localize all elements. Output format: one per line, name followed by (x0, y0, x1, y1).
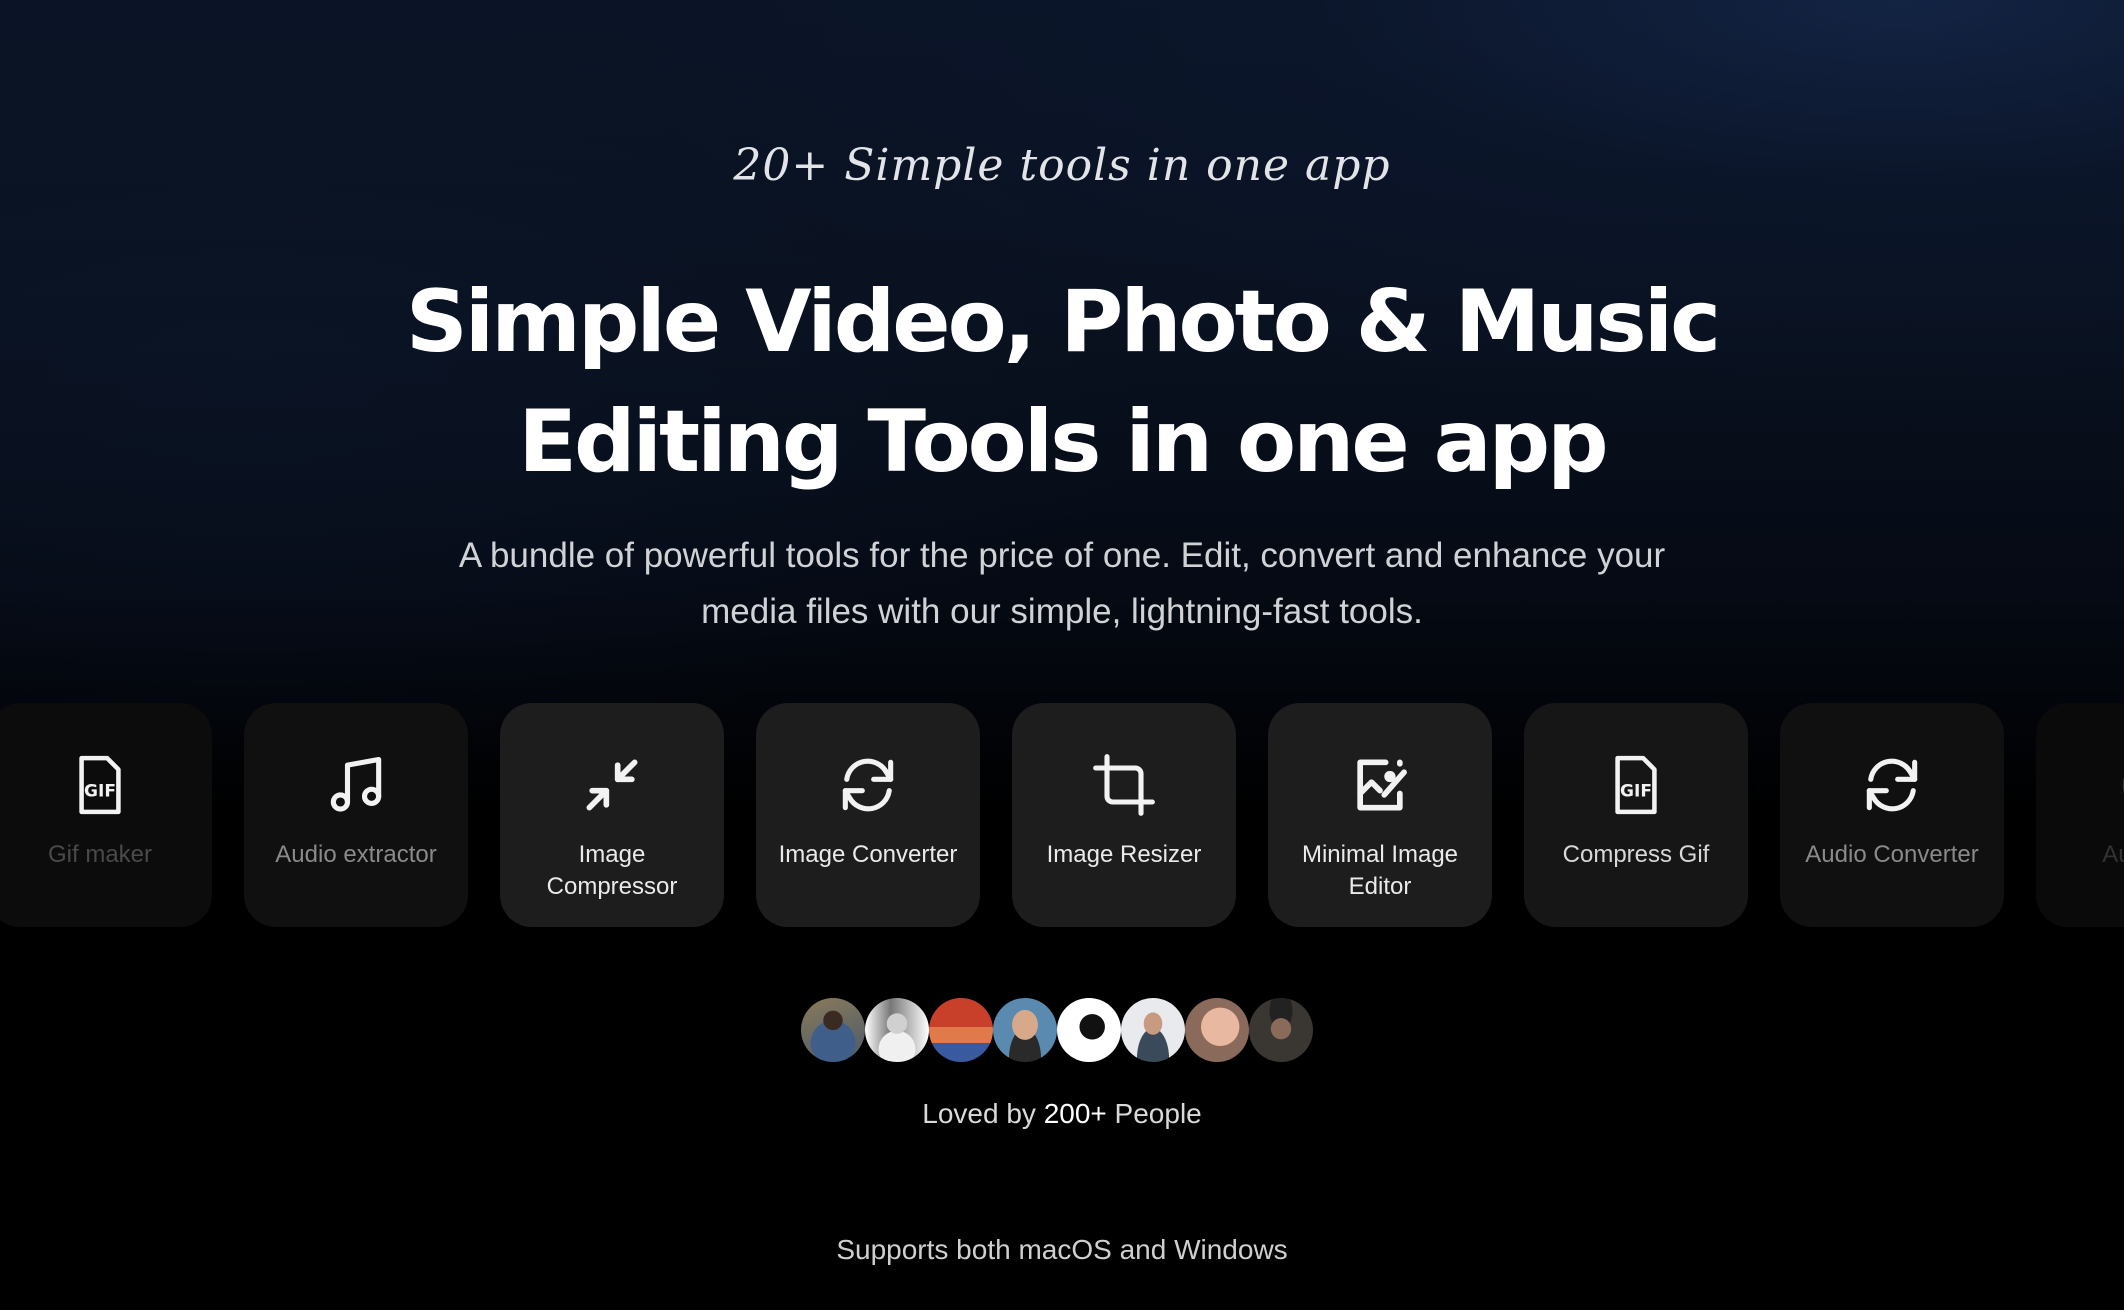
svg-text:GIF: GIF (84, 781, 116, 801)
tool-label: Image Resizer (1046, 841, 1202, 868)
tool-card-image-compressor[interactable]: Image Compressor (500, 703, 724, 927)
avatar (865, 998, 929, 1062)
loved-count: 200+ (1043, 1098, 1107, 1129)
refresh-arrows-icon (834, 751, 902, 819)
music-note-icon (322, 751, 390, 819)
tool-card-compress-gif[interactable]: GIF Compress Gif (1524, 703, 1748, 927)
tool-card-image-converter[interactable]: Image Converter (756, 703, 980, 927)
tool-label: Minimal Image Editor (1301, 841, 1459, 900)
tool-label: Compress Gif (1562, 841, 1710, 868)
subtitle-line-1: A bundle of powerful tools for the price… (458, 536, 1666, 575)
avatar (1249, 998, 1313, 1062)
avatar-group (801, 998, 1321, 1064)
tool-label: Image Compressor (546, 841, 678, 900)
avatar (801, 998, 865, 1062)
avatar (993, 998, 1057, 1062)
avatar (929, 998, 993, 1062)
tool-label: Audio extractor (275, 841, 437, 868)
subtitle-line-2: media files with our simple, lightning-f… (701, 592, 1423, 631)
gif-file-icon: GIF (66, 751, 134, 819)
tool-card-audio-extractor[interactable]: Audio extractor (244, 703, 468, 927)
avatar (1121, 998, 1185, 1062)
avatar (1057, 998, 1121, 1062)
audio-icon (2114, 751, 2124, 819)
tool-label: Audio (2102, 841, 2124, 868)
hero-section: 20+ Simple tools in one app Simple Video… (0, 0, 2124, 1310)
avatar (1185, 998, 1249, 1062)
gif-file-icon: GIF (1602, 751, 1670, 819)
tool-card-minimal-image-editor[interactable]: Minimal Image Editor (1268, 703, 1492, 927)
tool-label: Audio Converter (1805, 841, 1979, 868)
hero-tagline: 20+ Simple tools in one app (733, 140, 1391, 191)
refresh-arrows-icon (1858, 751, 1926, 819)
tool-card-image-resizer[interactable]: Image Resizer (1012, 703, 1236, 927)
tool-card-audio-converter[interactable]: Audio Converter (1780, 703, 2004, 927)
tool-card-audio[interactable]: Audio (2036, 703, 2124, 927)
compress-arrows-icon (578, 751, 646, 819)
headline-line-1: Simple Video, Photo & Music (405, 272, 1721, 372)
tool-label: Image Converter (778, 841, 958, 868)
headline-line-2: Editing Tools in one app (518, 392, 1609, 492)
hero-headline: Simple Video, Photo & Music Editing Tool… (0, 262, 2124, 502)
tool-label: Gif maker (47, 841, 152, 868)
tool-card-gif-maker[interactable]: GIF Gif maker (0, 703, 212, 927)
svg-text:GIF: GIF (1620, 781, 1652, 801)
image-edit-icon (1346, 751, 1414, 819)
platform-support-text: Supports both macOS and Windows (836, 1234, 1288, 1265)
loved-by-text: Loved by 200+ People (0, 1098, 2124, 1130)
loved-suffix: People (1106, 1098, 1202, 1129)
crop-icon (1090, 751, 1158, 819)
tools-carousel: GIF Gif maker Audio extractor Image Comp… (0, 703, 2124, 927)
hero-subtitle: A bundle of powerful tools for the price… (380, 528, 1744, 640)
loved-prefix: Loved by (922, 1098, 1044, 1129)
